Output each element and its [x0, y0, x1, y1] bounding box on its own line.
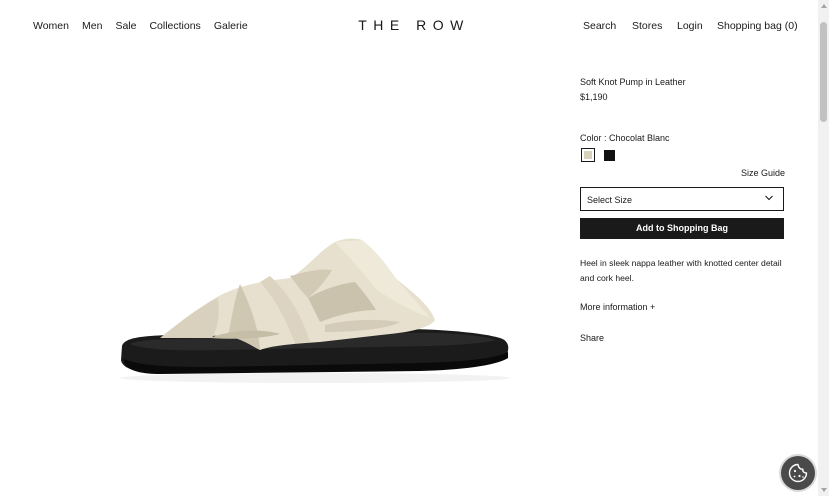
chevron-down-icon: [765, 195, 773, 201]
swatch-fill: [584, 151, 592, 159]
stores-link[interactable]: Stores: [632, 20, 662, 32]
cookie-icon: [788, 463, 808, 483]
shopping-bag-link[interactable]: Shopping bag (0): [717, 20, 798, 32]
size-select[interactable]: Select Size: [580, 187, 784, 211]
share-link[interactable]: Share: [580, 333, 604, 343]
add-to-bag-button[interactable]: Add to Shopping Bag: [580, 218, 784, 239]
size-select-value: Select Size: [587, 195, 633, 205]
scroll-up-icon[interactable]: [821, 4, 827, 8]
more-information-toggle[interactable]: More information +: [580, 302, 655, 312]
scrollbar[interactable]: [818, 0, 829, 496]
product-title: Soft Knot Pump in Leather: [580, 77, 686, 87]
size-guide-link[interactable]: Size Guide: [741, 168, 785, 178]
cookie-settings-button[interactable]: [781, 456, 815, 490]
product-image: [120, 238, 510, 383]
swatch-chocolat-blanc[interactable]: [581, 148, 595, 162]
product-description: Heel in sleek nappa leather with knotted…: [580, 258, 782, 283]
color-label: Color : Chocolat Blanc: [580, 133, 670, 143]
product-page: Women Men Sale Collections Galerie THE R…: [0, 0, 818, 496]
product-price: $1,190: [580, 92, 608, 102]
scroll-down-icon[interactable]: [821, 488, 827, 492]
swatch-black[interactable]: [604, 150, 615, 161]
login-link[interactable]: Login: [677, 20, 703, 32]
search-link[interactable]: Search: [583, 20, 616, 32]
scrollbar-thumb[interactable]: [820, 22, 827, 122]
